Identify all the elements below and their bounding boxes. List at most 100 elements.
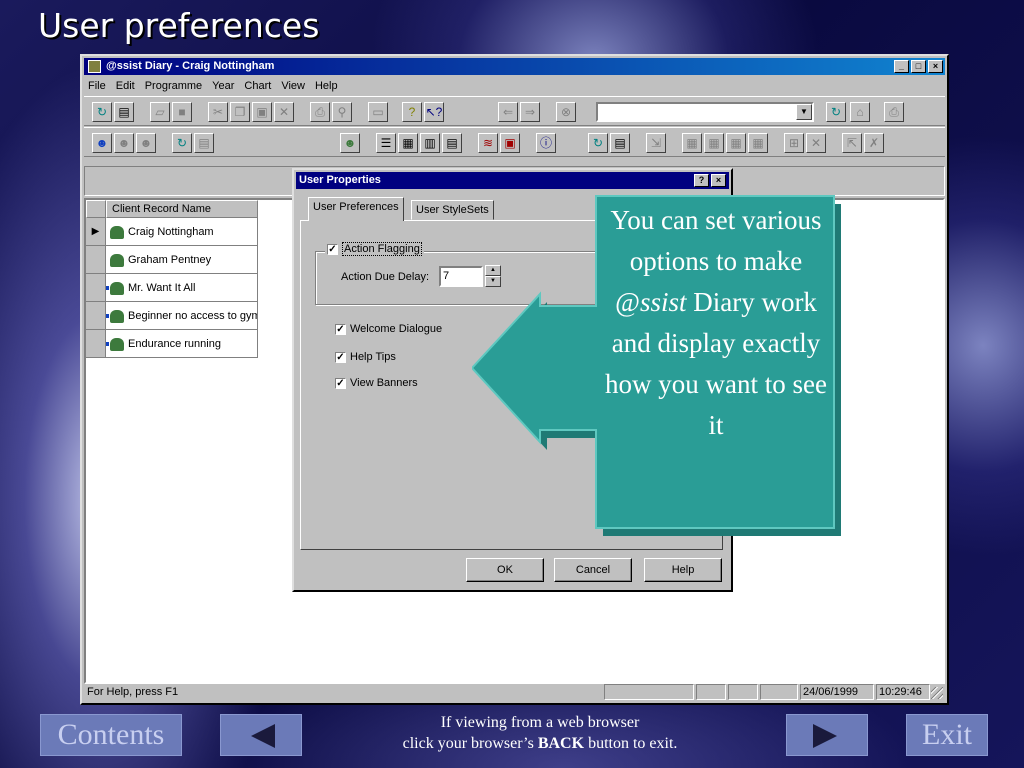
menu-programme[interactable]: Programme bbox=[145, 77, 202, 95]
status-panel bbox=[728, 684, 758, 700]
table-row[interactable]: Mr. Want It All bbox=[86, 274, 258, 302]
minimize-button[interactable]: _ bbox=[894, 60, 909, 73]
row-selector bbox=[86, 274, 106, 301]
menu-help[interactable]: Help bbox=[315, 77, 338, 95]
dialog-title: User Properties bbox=[299, 174, 381, 186]
view-banners-checkbox[interactable]: ✓ View Banners bbox=[335, 377, 418, 389]
client-name: Mr. Want It All bbox=[128, 282, 196, 294]
chevron-down-icon[interactable]: ▼ bbox=[796, 104, 812, 120]
current-row-icon: ▶ bbox=[86, 218, 106, 245]
client-record-icon[interactable]: ☻ bbox=[340, 133, 360, 153]
cut-icon[interactable]: ✂ bbox=[208, 102, 228, 122]
checkbox-checked-icon: ✓ bbox=[335, 351, 346, 363]
exit-button[interactable]: Exit bbox=[906, 714, 988, 756]
action-flagging-checkbox[interactable]: ✓ Action Flagging bbox=[325, 242, 424, 256]
dialog-titlebar[interactable]: User Properties ? × bbox=[296, 172, 729, 189]
welcome-dialogue-checkbox[interactable]: ✓ Welcome Dialogue bbox=[335, 323, 442, 335]
view-detail-icon[interactable]: ▥ bbox=[420, 133, 440, 153]
copy-icon[interactable]: ❐ bbox=[230, 102, 250, 122]
refresh-icon[interactable]: ↻ bbox=[92, 102, 112, 122]
find-icon[interactable]: ⚲ bbox=[332, 102, 352, 122]
status-panel bbox=[604, 684, 694, 700]
view-grid-icon[interactable]: ▦ bbox=[398, 133, 418, 153]
delete-icon[interactable]: ✕ bbox=[274, 102, 294, 122]
app-titlebar[interactable]: @ssist Diary - Craig Nottingham _ □ × bbox=[84, 58, 945, 75]
help-icon[interactable]: ? bbox=[402, 102, 422, 122]
print-icon[interactable]: ⎙ bbox=[310, 102, 330, 122]
info-icon[interactable]: ⓘ bbox=[536, 133, 556, 153]
edit-client-icon[interactable]: ☻ bbox=[114, 133, 134, 153]
paste-icon[interactable]: ▣ bbox=[252, 102, 272, 122]
help-tips-checkbox[interactable]: ✓ Help Tips bbox=[335, 351, 396, 363]
properties-icon[interactable]: ▤ bbox=[114, 102, 134, 122]
footer-note-text: click your browser’s bbox=[402, 735, 538, 752]
footer-note-text-end: button to exit. bbox=[584, 735, 678, 752]
table-row[interactable]: Beginner no access to gym bbox=[86, 302, 258, 330]
menu-view[interactable]: View bbox=[281, 77, 305, 95]
export-icon[interactable]: ⇱ bbox=[842, 133, 862, 153]
person-icon bbox=[110, 253, 124, 267]
home-icon[interactable]: ⌂ bbox=[850, 102, 870, 122]
refresh-list-icon[interactable]: ↻ bbox=[172, 133, 192, 153]
navigation-combo[interactable]: ▼ bbox=[596, 102, 814, 122]
context-help-icon[interactable]: ↖? bbox=[424, 102, 444, 122]
cancel-button[interactable]: Cancel bbox=[554, 558, 632, 582]
dialog-help-button[interactable]: ? bbox=[694, 174, 709, 187]
footer-note: If viewing from a web browser click your… bbox=[330, 712, 750, 754]
row-selector bbox=[86, 246, 106, 273]
checkbox-checked-icon: ✓ bbox=[335, 323, 346, 335]
contents-button[interactable]: Contents bbox=[40, 714, 182, 756]
save-icon[interactable]: ■ bbox=[172, 102, 192, 122]
table-icon[interactable]: ▣ bbox=[500, 133, 520, 153]
person-icon bbox=[110, 225, 124, 239]
table-row[interactable]: Graham Pentney bbox=[86, 246, 258, 274]
forward-arrow-icon[interactable]: ⇒ bbox=[520, 102, 540, 122]
resize-grip-icon[interactable] bbox=[931, 687, 943, 699]
tab-user-preferences[interactable]: User Preferences bbox=[308, 197, 404, 221]
schedule-2-icon[interactable]: ▦ bbox=[704, 133, 724, 153]
dialog-controls: ? × bbox=[694, 174, 726, 187]
status-bar: For Help, press F1 24/06/1999 10:29:46 bbox=[84, 683, 945, 701]
sync-icon[interactable]: ↻ bbox=[826, 102, 846, 122]
schedule-3-icon[interactable]: ▦ bbox=[726, 133, 746, 153]
client-properties-icon[interactable]: ▤ bbox=[194, 133, 214, 153]
remove-icon[interactable]: ✗ bbox=[864, 133, 884, 153]
toolbar-standard: ↻ ▤ ▱ ■ ✂ ❐ ▣ ✕ ⎙ ⚲ ▭ ? ↖? ⇐ ⇒ ⊗ ▼ ↻ ⌂ ⎙ bbox=[84, 96, 945, 126]
column-header-client-name[interactable]: Client Record Name bbox=[106, 200, 258, 218]
menu-chart[interactable]: Chart bbox=[244, 77, 271, 95]
stop-icon[interactable]: ⊗ bbox=[556, 102, 576, 122]
view-list-icon[interactable]: ☰ bbox=[376, 133, 396, 153]
chart-icon[interactable]: ≋ bbox=[478, 133, 498, 153]
menu-file[interactable]: File bbox=[88, 77, 106, 95]
schedule-4-icon[interactable]: ▦ bbox=[748, 133, 768, 153]
menu-edit[interactable]: Edit bbox=[116, 77, 135, 95]
properties-3-icon[interactable]: ▤ bbox=[610, 133, 630, 153]
menu-year[interactable]: Year bbox=[212, 77, 234, 95]
client-name: Endurance running bbox=[128, 338, 221, 350]
new-client-icon[interactable]: ☻ bbox=[92, 133, 112, 153]
remove-client-icon[interactable]: ☻ bbox=[136, 133, 156, 153]
grid-toggle-icon[interactable]: ⊞ bbox=[784, 133, 804, 153]
table-row[interactable]: ▶ Craig Nottingham bbox=[86, 218, 258, 246]
back-arrow-icon[interactable]: ⇐ bbox=[498, 102, 518, 122]
ok-button[interactable]: OK bbox=[466, 558, 544, 582]
schedule-1-icon[interactable]: ▦ bbox=[682, 133, 702, 153]
print-2-icon[interactable]: ⎙ bbox=[884, 102, 904, 122]
dialog-close-button[interactable]: × bbox=[711, 174, 726, 187]
client-name: Graham Pentney bbox=[128, 254, 212, 266]
open-folder-icon[interactable]: ▱ bbox=[150, 102, 170, 122]
table-row[interactable]: Endurance running bbox=[86, 330, 258, 358]
view-form-icon[interactable]: ▤ bbox=[442, 133, 462, 153]
client-grid-header: Client Record Name bbox=[86, 200, 258, 218]
next-button[interactable] bbox=[786, 714, 868, 756]
preview-icon[interactable]: ▭ bbox=[368, 102, 388, 122]
close-button[interactable]: × bbox=[928, 60, 943, 73]
previous-button[interactable] bbox=[220, 714, 302, 756]
clear-icon[interactable]: ✕ bbox=[806, 133, 826, 153]
maximize-button[interactable]: □ bbox=[911, 60, 926, 73]
status-time: 10:29:46 bbox=[876, 684, 930, 700]
help-tips-label: Help Tips bbox=[350, 351, 396, 363]
import-icon[interactable]: ⇲ bbox=[646, 133, 666, 153]
refresh-3-icon[interactable]: ↻ bbox=[588, 133, 608, 153]
help-button[interactable]: Help bbox=[644, 558, 722, 582]
